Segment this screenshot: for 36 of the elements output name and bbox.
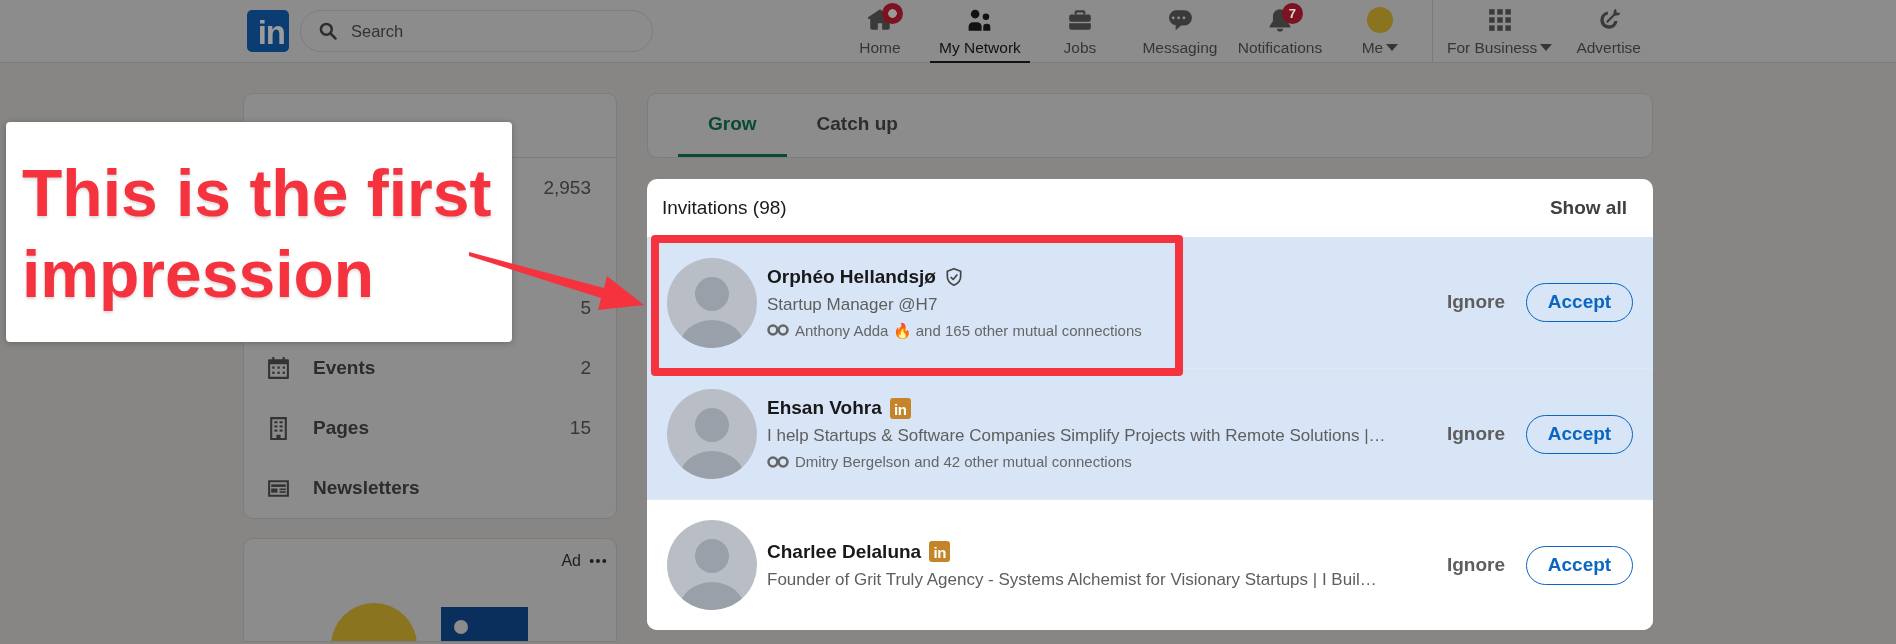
nav-item[interactable]: Messaging [1129,0,1230,63]
premium-badge: in [889,397,911,419]
member-name[interactable]: Orphéo Hellandsjø [767,262,936,291]
app-logo[interactable]: in [247,10,289,52]
sidebar-item[interactable]: Newsletters [244,458,616,518]
item-count: 5 [580,295,591,320]
item-count: 2,953 [543,175,591,200]
mutual-connections-text: Dmitry Bergelson and 42 other mutual connections [795,452,1132,472]
ignore-button[interactable]: Ignore [1438,282,1513,323]
member-headline: Founder of Grit Truly Agency - Systems Alchemist for Visionary Startups | I Buil… [767,568,1378,591]
search-field[interactable]: Search [300,10,653,52]
member-headline: I help Startups & Software Companies Simplify Projects with Remote Solutions |… [767,425,1387,447]
section-title: Invitations (98) [662,195,787,220]
nav-item[interactable]: For Business [1434,0,1565,63]
tab[interactable]: Catch up [786,94,928,157]
nav-item[interactable]: My Network [929,0,1030,63]
premium-badge: in [929,541,951,562]
member-headline: Startup Manager @H7 [767,293,939,316]
mutual-connections-text: Anthony Adda 🔥 and 165 other mutual connections [795,320,1142,341]
ignore-button[interactable]: Ignore [1438,413,1513,455]
nav-item[interactable]: Jobs [1029,0,1130,63]
ignore-button[interactable]: Ignore [1438,544,1513,586]
item-count: 15 [569,415,591,440]
sidebar-item[interactable]: Pages 15 [244,398,616,458]
callout-text: This is the first impression [22,155,493,313]
nav-item[interactable]: Advertise [1564,0,1653,63]
nav-item[interactable]: 7 Notifications [1229,0,1330,63]
tab[interactable]: Grow [678,94,787,157]
show-all-button[interactable]: Show all [1547,191,1629,225]
item-count: 2 [580,355,591,380]
member-name[interactable]: Ehsan Vohra [767,394,882,422]
sidebar-item[interactable]: Events 2 [244,338,616,398]
member-name[interactable]: Charlee Delaluna [767,537,922,566]
nav-item[interactable]: Me [1329,0,1430,63]
nav-item[interactable]: Home [829,0,930,63]
ad-label: Ad [561,551,581,571]
